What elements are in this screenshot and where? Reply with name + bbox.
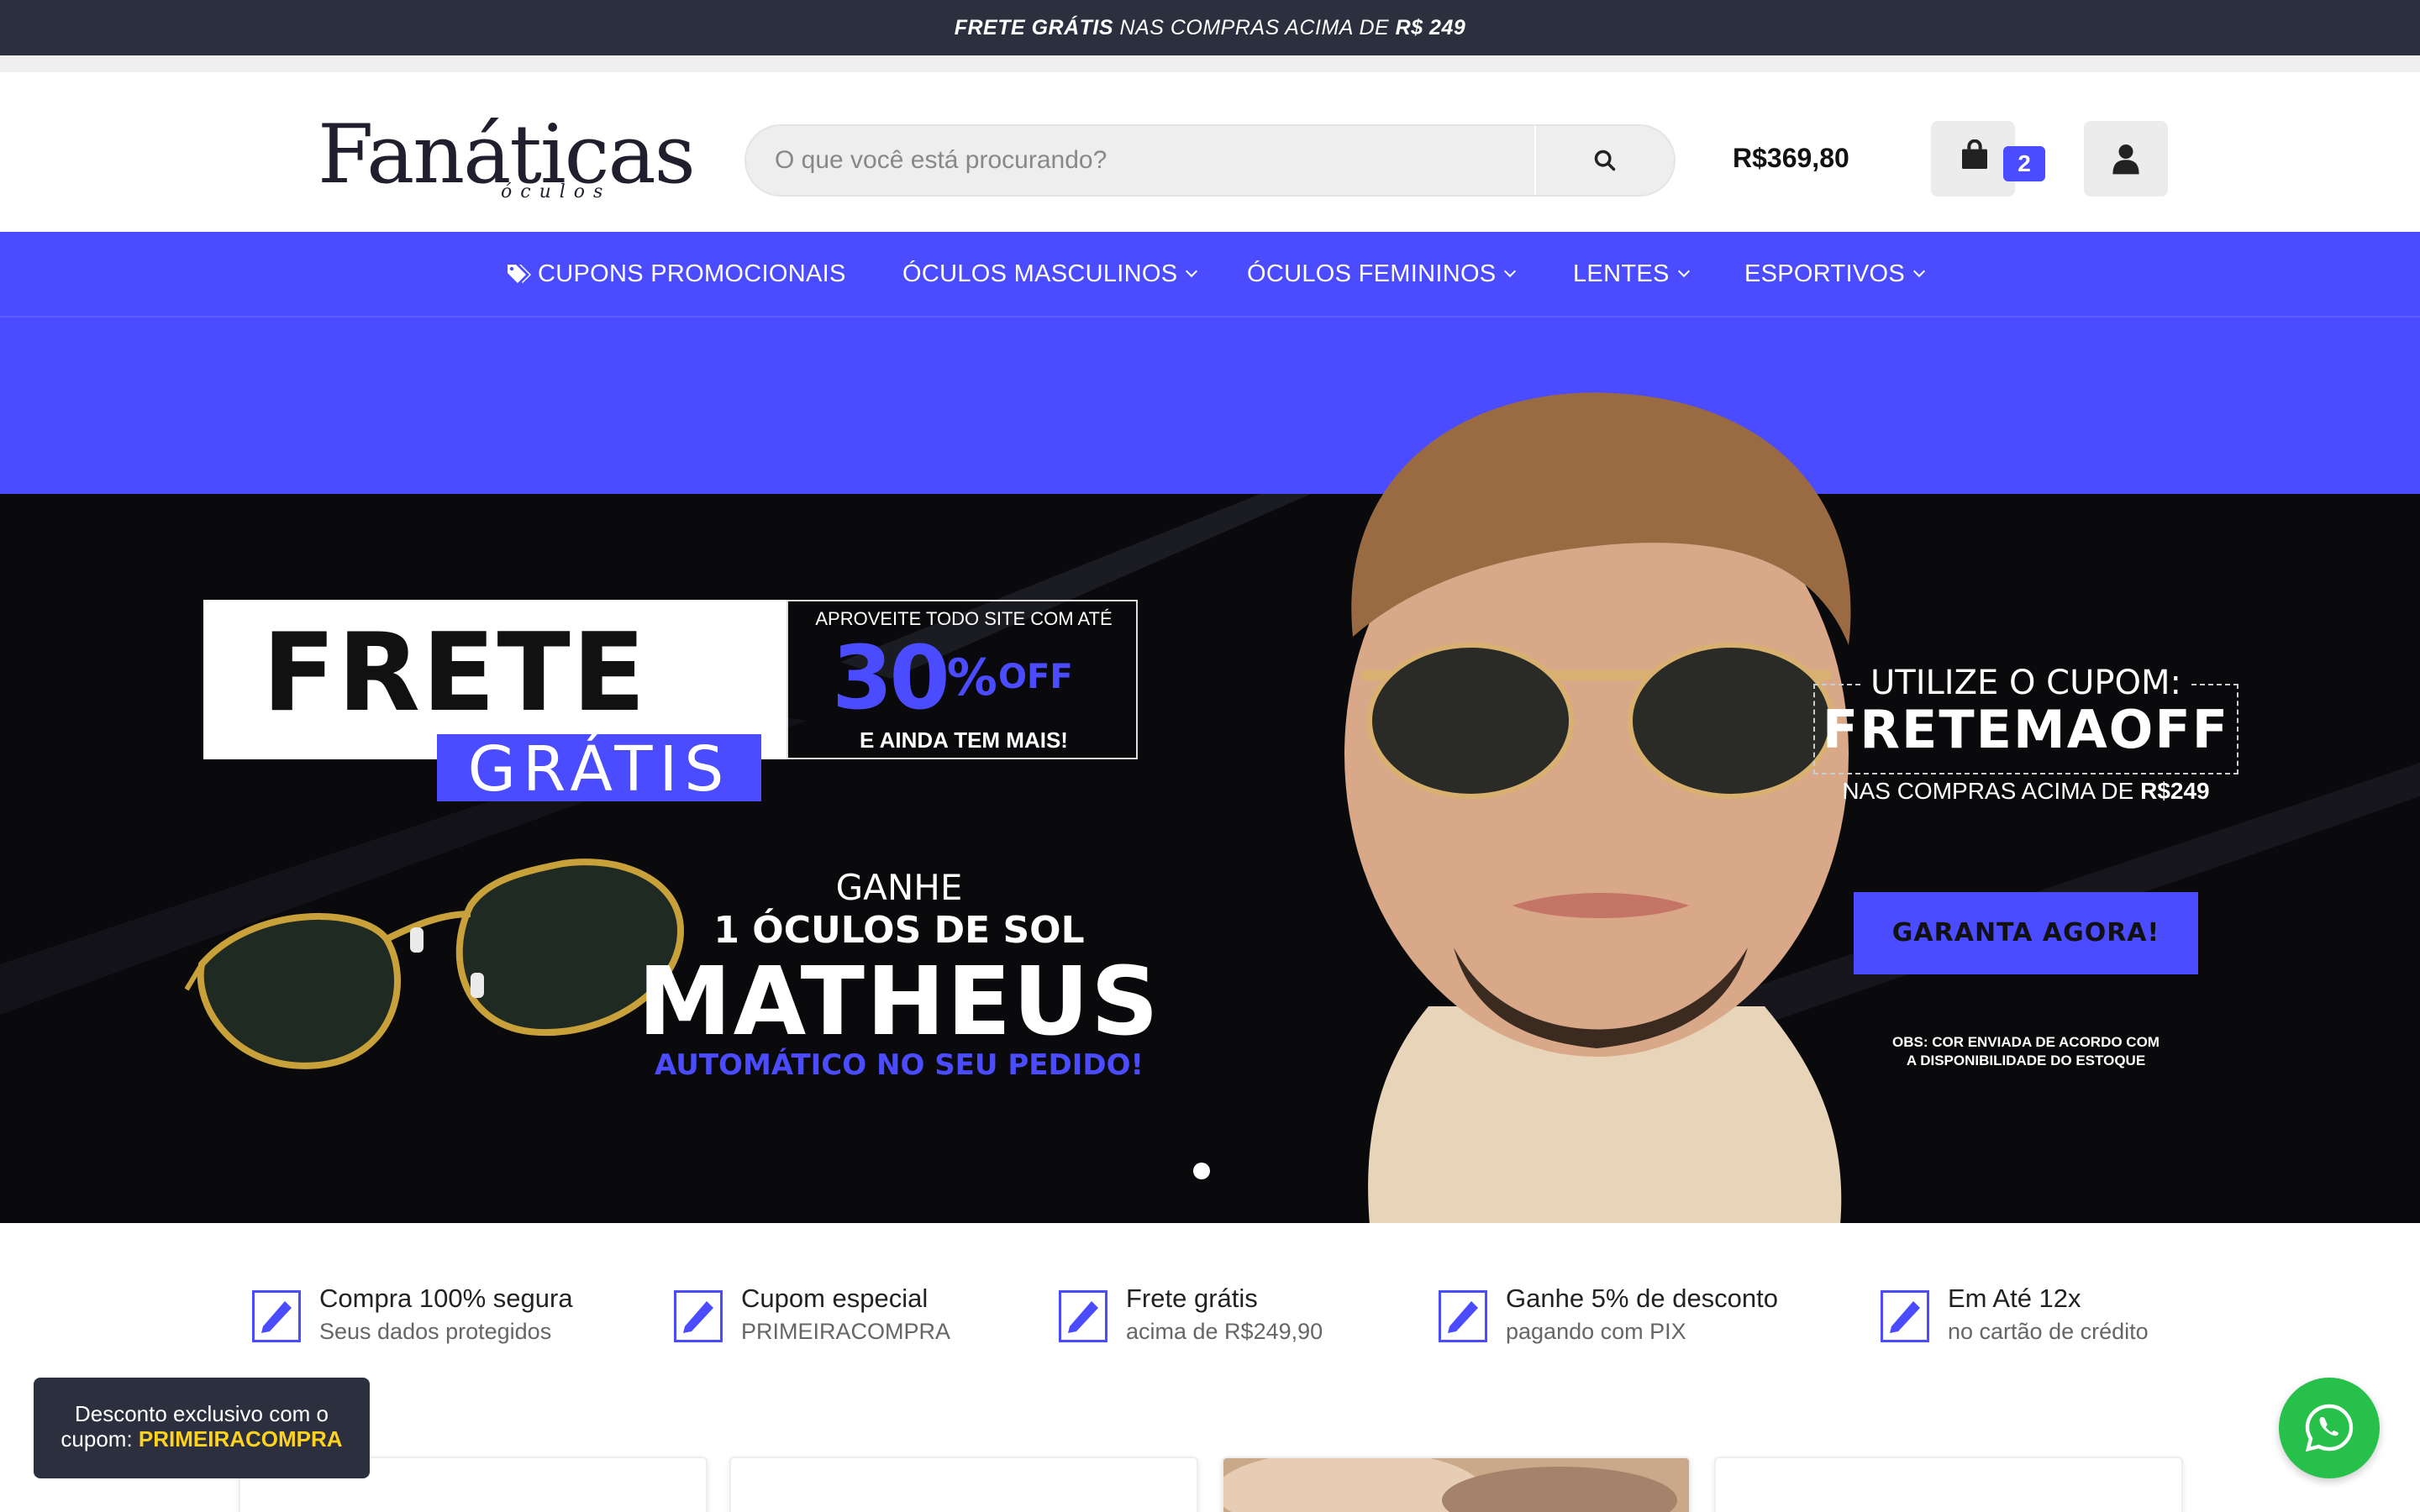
nav-item-label: LENTES xyxy=(1573,260,1670,287)
feature-subtitle: acima de R$249,90 xyxy=(1126,1319,1323,1344)
cart-total[interactable]: R$369,80 xyxy=(1733,143,1849,174)
features-strip: Compra 100% segura Seus dados protegidos… xyxy=(0,1223,2420,1391)
announcement-bar: FRETE GRÁTIS NAS COMPRAS ACIMA DE R$ 249 xyxy=(0,0,2420,55)
feature-subtitle: no cartão de crédito xyxy=(1948,1319,2149,1344)
nav-item-oculos-femininos[interactable]: ÓCULOS FEMININOS xyxy=(1247,232,1517,316)
announcement-highlight: FRETE GRÁTIS xyxy=(954,16,1114,39)
nav-item-label: ÓCULOS MASCULINOS xyxy=(902,260,1178,287)
feature-title: Ganhe 5% de desconto xyxy=(1506,1284,1779,1313)
feature-title: Em Até 12x xyxy=(1948,1284,2081,1313)
nav-item-label: CUPONS PROMOCIONAIS xyxy=(538,260,846,287)
search-input[interactable] xyxy=(746,126,1536,195)
site-logo[interactable]: Fanáticas óculos xyxy=(318,114,696,207)
nav-item-label: ESPORTIVOS xyxy=(1744,260,1906,287)
search-icon xyxy=(1594,150,1616,171)
shopping-bag-icon xyxy=(1962,139,1987,169)
carousel-dot[interactable] xyxy=(1193,1163,1210,1179)
nav-item-label: ÓCULOS FEMININOS xyxy=(1247,260,1497,287)
topbar-divider xyxy=(0,55,2420,72)
disclaimer-line: A DISPONIBILIDADE DO ESTOQUE xyxy=(1906,1053,2146,1068)
user-icon xyxy=(2112,144,2139,175)
coupon-label: UTILIZE O CUPOM: xyxy=(1813,664,2238,702)
feature-icon xyxy=(1439,1290,1487,1342)
toast-text: cupom: xyxy=(60,1426,139,1452)
feature-subtitle: PRIMEIRACOMPRA xyxy=(741,1319,951,1344)
chevron-down-icon xyxy=(1186,265,1198,278)
promo-value: 30% xyxy=(832,632,997,724)
cart-button[interactable] xyxy=(1931,121,2015,197)
feature-title: Compra 100% segura xyxy=(319,1284,573,1313)
automatico-text: AUTOMÁTICO NO SEU PEDIDO! xyxy=(654,1048,1144,1082)
account-button[interactable] xyxy=(2084,121,2168,197)
product-card[interactable] xyxy=(1222,1457,1691,1512)
promo-off: OFF xyxy=(998,658,1073,696)
site-header: Fanáticas óculos R$369,80 2 xyxy=(0,72,2420,232)
search-bar xyxy=(744,124,1676,197)
nav-item-lentes[interactable]: LENTES xyxy=(1573,232,1690,316)
feature-title: Frete grátis xyxy=(1126,1284,1258,1313)
feature-icon xyxy=(1881,1290,1929,1342)
feature-subtitle: pagando com PIX xyxy=(1506,1319,1686,1344)
promo-discount-box: APROVEITE TODO SITE COM ATÉ 30% OFF E AI… xyxy=(786,600,1138,759)
announcement-amount: R$ 249 xyxy=(1395,16,1466,39)
chevron-down-icon xyxy=(1504,265,1517,278)
whatsapp-button[interactable] xyxy=(2279,1378,2380,1478)
promo-extra: E AINDA TEM MAIS! xyxy=(860,727,1068,753)
tag-icon xyxy=(508,265,531,283)
search-button[interactable] xyxy=(1534,126,1674,195)
main-navigation: CUPONS PROMOCIONAIS ÓCULOS MASCULINOS ÓC… xyxy=(0,232,2420,318)
feature-icon xyxy=(252,1290,301,1342)
toast-code: PRIMEIRACOMPRA xyxy=(138,1426,343,1452)
gratis-heading: GRÁTIS xyxy=(467,733,731,806)
toast-line: Desconto exclusivo com o xyxy=(74,1401,329,1426)
logo-subtext: óculos xyxy=(501,181,612,202)
ganhe-text: GANHE xyxy=(835,867,963,908)
frete-heading: FRETE xyxy=(262,611,648,736)
coupon-toast[interactable]: Desconto exclusivo com o cupom: PRIMEIRA… xyxy=(34,1378,370,1478)
nav-item-esportivos[interactable]: ESPORTIVOS xyxy=(1744,232,1926,316)
feature-title: Cupom especial xyxy=(741,1284,929,1313)
nav-item-oculos-masculinos[interactable]: ÓCULOS MASCULINOS xyxy=(902,232,1198,316)
chevron-down-icon xyxy=(1912,265,1926,278)
nav-item-cupons[interactable]: CUPONS PROMOCIONAIS xyxy=(506,232,846,316)
product-name: MATHEUS xyxy=(638,948,1160,1057)
product-image xyxy=(1223,1458,1689,1512)
oculos-sol-text: 1 ÓCULOS DE SOL xyxy=(713,909,1085,952)
announcement-text: NAS COMPRAS ACIMA DE xyxy=(1113,16,1396,39)
cart-count-badge: 2 xyxy=(2003,146,2045,181)
coupon-code: FRETEMAOFF xyxy=(1822,699,2230,760)
coupon-label-text: UTILIZE O CUPOM: xyxy=(1860,664,2191,702)
promo-percent: % xyxy=(946,648,997,707)
product-card[interactable] xyxy=(1714,1457,2183,1512)
disclaimer-line: OBS: COR ENVIADA DE ACORDO COM xyxy=(1892,1034,2160,1050)
feature-icon xyxy=(1059,1290,1107,1342)
whatsapp-icon xyxy=(2305,1404,2354,1452)
hero-banner[interactable]: FRETE GRÁTIS APROVEITE TODO SITE COM ATÉ… xyxy=(0,318,2420,1223)
coupon-note: NAS COMPRAS ACIMA DE R$249 xyxy=(1813,778,2238,805)
promo-number: 30 xyxy=(832,627,950,729)
chevron-down-icon xyxy=(1677,265,1690,278)
gratis-label-box: GRÁTIS xyxy=(437,734,761,805)
feature-icon xyxy=(674,1290,723,1342)
garanta-agora-button[interactable]: GARANTA AGORA! xyxy=(1854,892,2198,974)
banner-disclaimer: OBS: COR ENVIADA DE ACORDO COM A DISPONI… xyxy=(1854,1033,2198,1070)
product-card[interactable] xyxy=(729,1457,1198,1512)
feature-subtitle: Seus dados protegidos xyxy=(319,1319,552,1344)
coupon-note-value: R$249 xyxy=(2140,778,2210,804)
coupon-note-text: NAS COMPRAS ACIMA DE xyxy=(1842,778,2141,804)
toast-line: cupom: PRIMEIRACOMPRA xyxy=(34,1426,370,1452)
